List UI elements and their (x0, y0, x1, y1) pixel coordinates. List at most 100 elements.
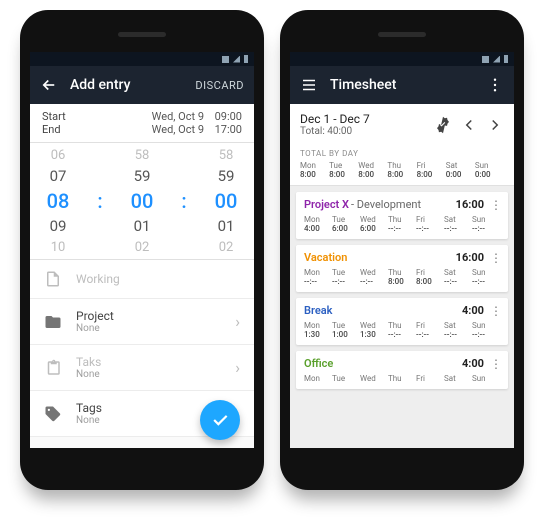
status-icon (482, 56, 489, 63)
card-day-cell: Sun (472, 374, 500, 383)
card-hours: 16:00 (456, 198, 484, 211)
tasks-value: None (76, 369, 221, 380)
folder-icon (44, 313, 62, 331)
battery-icon (244, 55, 248, 63)
card-day-cell: Tue--:-- (332, 268, 360, 286)
note-icon (44, 270, 62, 288)
chevron-right-icon: › (235, 358, 240, 377)
card-overflow-icon[interactable]: ⋮ (490, 200, 500, 210)
picker-s: 02 (210, 240, 242, 255)
tbd-label: TOTAL BY DAY (300, 149, 504, 158)
card-day-cell: Thu8:00 (388, 268, 416, 286)
battery-icon (504, 55, 508, 63)
tasks-item[interactable]: Taks None › (30, 345, 254, 391)
card-overflow-icon[interactable]: ⋮ (490, 306, 500, 316)
card-day-cell: Wed--:-- (360, 268, 388, 286)
day-cell: Thu8:00 (387, 161, 416, 179)
timesheet-card[interactable]: Project X - Development 16:00 ⋮ Mon4:00Tue6… (296, 192, 508, 239)
clipboard-icon (44, 359, 62, 377)
project-label: Project (76, 309, 221, 323)
phone-timesheet: Timesheet Dec 1 - Dec 7 Total: 40:00 (280, 10, 524, 490)
card-day-cell: Fri--:-- (416, 321, 444, 339)
project-name: Office (304, 357, 333, 370)
picker-m: 02 (126, 240, 158, 255)
phone-add-entry: Add entry DISCARD Start Wed, Oct 9 09:00… (20, 10, 264, 490)
start-date: Wed, Oct 9 (134, 110, 204, 123)
day-cell: Mon8:00 (300, 161, 329, 179)
menu-icon[interactable] (300, 76, 318, 94)
appbar-title: Timesheet (330, 77, 474, 93)
card-day-cell: Sun--:-- (472, 268, 500, 286)
card-day-cell: Wed1:30 (360, 321, 388, 339)
picker-h: 06 (42, 148, 74, 163)
start-end-block[interactable]: Start Wed, Oct 9 09:00 End Wed, Oct 9 17… (30, 104, 254, 143)
end-time: 17:00 (204, 123, 242, 136)
card-day-cell: Fri8:00 (416, 268, 444, 286)
card-day-cell: Sat--:-- (444, 321, 472, 339)
card-day-cell: Thu (388, 374, 416, 383)
date-range: Dec 1 - Dec 7 (300, 112, 370, 126)
card-overflow-icon[interactable]: ⋮ (490, 359, 500, 369)
card-day-cell: Wed (360, 374, 388, 383)
picker-m: 01 (126, 217, 158, 235)
picker-h: 09 (42, 217, 74, 235)
card-hours: 4:00 (462, 304, 484, 317)
picker-h: 10 (42, 240, 74, 255)
status-bar (30, 52, 254, 66)
start-time: 09:00 (204, 110, 242, 123)
card-hours: 16:00 (456, 251, 484, 264)
card-day-cell: Tue (332, 374, 360, 383)
app-bar: Timesheet (290, 66, 514, 104)
picker-h-sel: 08 (42, 189, 74, 213)
card-day-cell: Mon1:30 (304, 321, 332, 339)
card-day-cell: Fri--:-- (416, 215, 444, 233)
day-cell: Sat0:00 (446, 161, 475, 179)
verified-icon[interactable] (434, 116, 452, 134)
task-name: - Development (351, 198, 421, 211)
total-label: Total: 40:00 (300, 126, 370, 137)
confirm-fab[interactable] (200, 400, 240, 440)
discard-button[interactable]: DISCARD (195, 79, 244, 92)
start-label: Start (42, 110, 134, 123)
project-name: Vacation (304, 251, 347, 264)
timesheet-card[interactable]: Vacation16:00⋮Mon--:--Tue--:--Wed--:--Th… (296, 245, 508, 292)
phone-speaker (118, 32, 166, 37)
card-day-cell: Thu--:-- (388, 215, 416, 233)
card-day-cell: Sat (444, 374, 472, 383)
card-hours: 4:00 (462, 357, 484, 370)
back-icon[interactable] (40, 76, 58, 94)
chevron-right-icon: › (235, 312, 240, 331)
end-label: End (42, 123, 134, 136)
timesheet-header: Dec 1 - Dec 7 Total: 40:00 (290, 104, 514, 145)
project-item[interactable]: Project None › (30, 299, 254, 345)
card-day-cell: Fri (416, 374, 444, 383)
card-day-cell: Tue1:00 (332, 321, 360, 339)
card-day-cell: Thu--:-- (388, 321, 416, 339)
card-day-cell: Tue6:00 (332, 215, 360, 233)
day-cell: Sun0:00 (475, 161, 504, 179)
day-cell: Wed8:00 (358, 161, 387, 179)
app-bar: Add entry DISCARD (30, 66, 254, 104)
timesheet-card[interactable]: Office4:00⋮MonTueWedThuFriSatSun (296, 351, 508, 389)
card-day-cell: Sat--:-- (444, 215, 472, 233)
picker-s: 58 (210, 148, 242, 163)
end-date: Wed, Oct 9 (134, 123, 204, 136)
card-day-cell: Sun--:-- (472, 215, 500, 233)
picker-h: 07 (42, 167, 74, 185)
duration-picker[interactable]: 065858 075959 08:00:00 090101 100202 (30, 143, 254, 260)
timesheet-card[interactable]: Break 4:00 ⋮ Mon1:30Tue1:00Wed1:30Thu--:--F… (296, 298, 508, 345)
card-day-cell: Sun--:-- (472, 321, 500, 339)
prev-week-icon[interactable] (460, 116, 478, 134)
working-label: Working (76, 272, 240, 286)
screen-add-entry: Add entry DISCARD Start Wed, Oct 9 09:00… (30, 52, 254, 448)
card-overflow-icon[interactable]: ⋮ (490, 253, 500, 263)
working-item[interactable]: Working (30, 260, 254, 299)
appbar-title: Add entry (70, 77, 183, 93)
status-icon (222, 56, 229, 63)
project-name: Project X (304, 198, 349, 211)
card-day-cell: Mon4:00 (304, 215, 332, 233)
picker-m-sel: 00 (126, 189, 158, 213)
next-week-icon[interactable] (486, 116, 504, 134)
project-name: Break (304, 304, 332, 317)
overflow-icon[interactable] (486, 76, 504, 94)
